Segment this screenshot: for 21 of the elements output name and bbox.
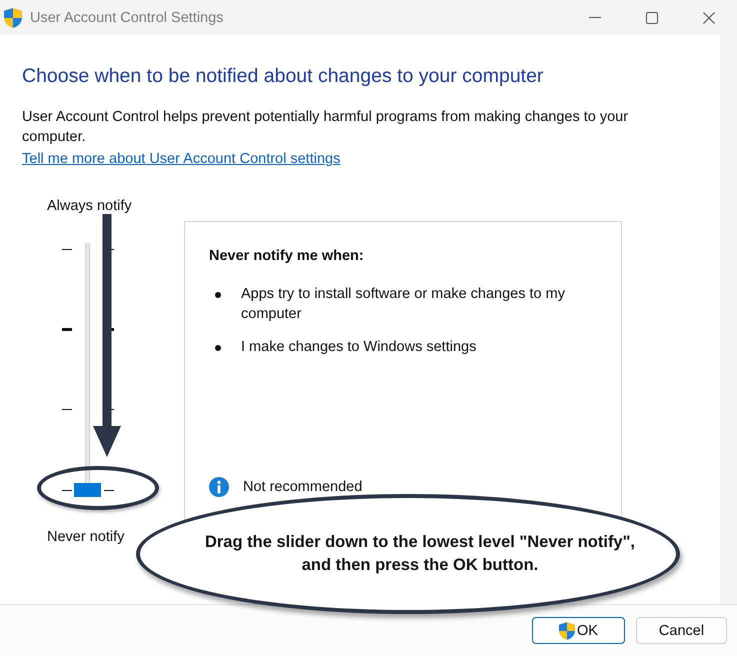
page-heading: Choose when to be notified about changes to your computer: [22, 64, 544, 89]
dialog-button[interactable]: OK: [532, 617, 625, 644]
slider-thumb[interactable]: [74, 483, 101, 497]
shield-icon: [559, 622, 576, 640]
bullet-icon: [215, 345, 221, 351]
slider-top-label: Always notify: [47, 197, 133, 216]
help-link[interactable]: Tell me more about User Account Control settings: [22, 151, 340, 167]
list-item-text: I make changes to Windows settings: [241, 338, 476, 357]
shield-icon: [4, 8, 22, 28]
list-item-text: Apps try to install software or make changes to my computer: [241, 285, 566, 324]
slider-bottom-label: Never notify: [47, 528, 126, 547]
callout-text: Drag the slider down to the lowest level "Never notify", and then press the OK button.: [204, 532, 636, 576]
panel-title: Never notify me when:: [209, 247, 365, 266]
dialog-button[interactable]: Cancel: [636, 617, 727, 644]
info-icon: [209, 477, 229, 497]
close-icon: [702, 12, 714, 24]
note-text: Not recommended: [243, 478, 362, 497]
maximize-icon: [646, 12, 658, 24]
window-title: User Account Control Settings: [30, 8, 224, 28]
bullet-icon: [215, 292, 221, 298]
description-text: User Account Control helps prevent potentially harmful programs from making changes to your computer.: [22, 108, 630, 147]
